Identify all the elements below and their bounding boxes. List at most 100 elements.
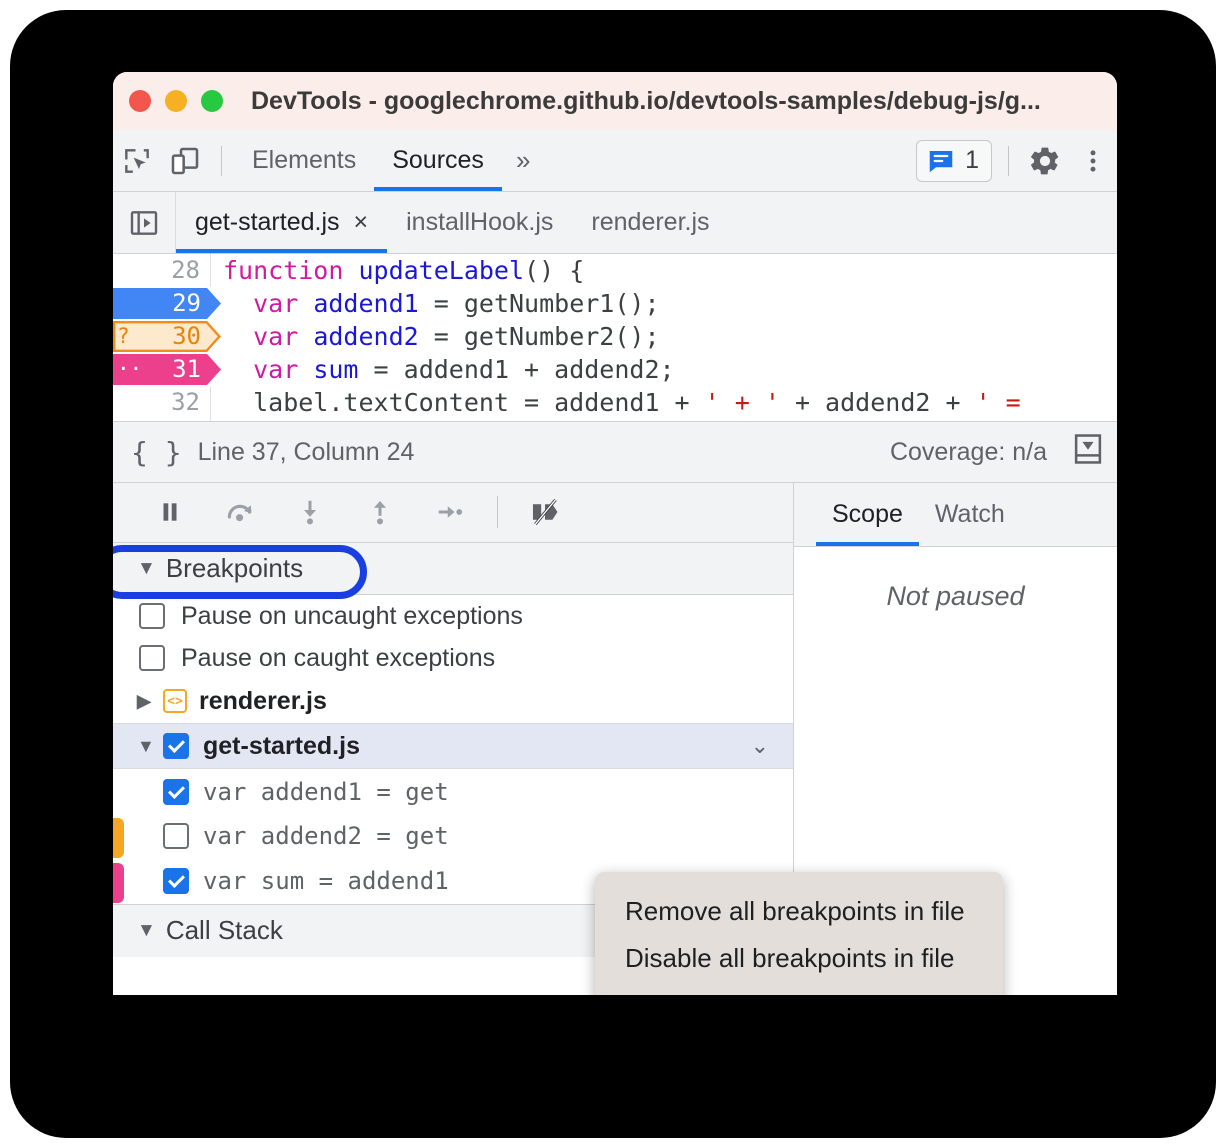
- breakpoint-item-checkbox[interactable]: [163, 823, 189, 850]
- token: = getNumber2();: [418, 322, 660, 351]
- token: () {: [524, 256, 585, 285]
- inspect-element-icon[interactable]: [113, 137, 161, 185]
- pause-caught-checkbox[interactable]: [139, 645, 165, 672]
- scope-empty-message: Not paused: [886, 581, 1025, 611]
- chevron-down-icon[interactable]: ▼: [137, 736, 163, 757]
- line-number: 30: [172, 322, 201, 350]
- message-icon: [929, 150, 953, 172]
- breakpoint-group-filename: get-started.js: [203, 731, 360, 760]
- maximize-window-button[interactable]: [201, 90, 223, 112]
- devtools-window: DevTools - googlechrome.github.io/devtoo…: [113, 72, 1117, 995]
- kebab-menu-icon[interactable]: [1069, 137, 1117, 185]
- token: ' + ': [704, 388, 780, 417]
- pause-resume-button[interactable]: [135, 487, 205, 537]
- token: addend1: [313, 289, 419, 318]
- code-line: 33 }: [113, 419, 1117, 421]
- breakpoint-item-checkbox[interactable]: [163, 868, 189, 895]
- pause-uncaught-checkbox[interactable]: [139, 603, 165, 630]
- line-gutter-logpoint[interactable]: ·· 31: [113, 353, 221, 386]
- line-number: 29: [172, 289, 201, 317]
- js-file-icon: <>: [163, 689, 187, 714]
- pretty-print-braces-icon[interactable]: { }: [131, 436, 182, 469]
- tab-watch[interactable]: Watch: [919, 483, 1021, 546]
- cursor-position-label: Line 37, Column 24: [197, 437, 415, 466]
- gear-icon[interactable]: [1021, 137, 1069, 185]
- token: + addend2 +: [779, 388, 976, 417]
- chevron-down-icon[interactable]: ▼: [137, 558, 156, 580]
- more-panels-icon[interactable]: »: [502, 145, 544, 176]
- conditional-breakpoint-glyph: ?: [117, 324, 130, 348]
- tab-sources[interactable]: Sources: [374, 130, 502, 191]
- line-gutter[interactable]: 28: [113, 254, 211, 287]
- menu-item-disable-all-in-file[interactable]: Disable all breakpoints in file: [595, 935, 1003, 982]
- code-line: ·· 31 var sum = addend1 + addend2;: [113, 353, 1117, 386]
- debug-toolbar: [113, 483, 793, 543]
- chevron-down-icon[interactable]: ▼: [137, 920, 156, 942]
- editor-status-bar: { } Line 37, Column 24 Coverage: n/a: [113, 421, 1117, 483]
- code-editor[interactable]: 28 function updateLabel() { 29 var adden…: [113, 254, 1117, 421]
- breakpoint-color-stripe: [113, 862, 124, 903]
- toolbar-divider-2: [1008, 145, 1009, 176]
- breakpoint-item[interactable]: var addend1 = get: [113, 769, 793, 814]
- step-over-button[interactable]: [205, 487, 275, 537]
- code-line-text: label.textContent = addend1 + ' + ' + ad…: [211, 386, 1021, 419]
- code-line-text: var addend1 = getNumber1();: [211, 287, 659, 320]
- file-tab-label: get-started.js: [195, 208, 340, 236]
- pause-on-uncaught-exceptions-row[interactable]: Pause on uncaught exceptions: [113, 595, 793, 637]
- menu-item-enable-all-in-file[interactable]: Enable all breakpoints in file: [595, 982, 1003, 995]
- token: label.textContent = addend1 +: [223, 388, 705, 417]
- code-line: ? 30 var addend2 = getNumber2();: [113, 320, 1117, 353]
- breakpoint-group-filename: renderer.js: [199, 686, 327, 715]
- tab-elements[interactable]: Elements: [234, 130, 374, 191]
- code-line-text: }: [211, 419, 238, 421]
- token: addend2: [313, 322, 419, 351]
- minimize-window-button[interactable]: [165, 90, 187, 112]
- breakpoints-section-title: Breakpoints: [165, 553, 304, 584]
- menu-item-remove-all-in-file[interactable]: Remove all breakpoints in file: [595, 888, 1003, 935]
- navigator-toggle-icon[interactable]: [113, 192, 176, 253]
- logpoint-glyph: ··: [117, 357, 143, 381]
- devtools-main-toolbar: Elements Sources » 1: [113, 130, 1117, 192]
- code-line-text: var sum = addend1 + addend2;: [211, 353, 674, 386]
- tab-scope[interactable]: Scope: [816, 483, 919, 546]
- breakpoints-section-header[interactable]: ▼ Breakpoints: [113, 542, 793, 599]
- window-title-bar: DevTools - googlechrome.github.io/devtoo…: [113, 72, 1117, 130]
- token: var: [253, 355, 314, 384]
- step-into-button[interactable]: [275, 487, 345, 537]
- close-icon[interactable]: ×: [354, 208, 369, 237]
- breakpoint-group-renderer[interactable]: ▶ <> renderer.js: [113, 679, 793, 725]
- token: ' =: [975, 388, 1021, 417]
- line-gutter[interactable]: 32: [113, 386, 211, 419]
- console-messages-badge[interactable]: 1: [916, 139, 992, 182]
- show-drawer-icon[interactable]: [1069, 430, 1107, 475]
- line-gutter-conditional-breakpoint[interactable]: ? 30: [113, 320, 221, 353]
- breakpoint-item-label: var sum = addend1: [203, 867, 449, 896]
- breakpoint-item[interactable]: var addend2 = get: [113, 814, 793, 859]
- breakpoint-group-checkbox[interactable]: [163, 733, 189, 760]
- step-button[interactable]: [415, 487, 485, 537]
- step-out-button[interactable]: [345, 487, 415, 537]
- line-gutter-breakpoint[interactable]: 29: [113, 287, 221, 320]
- close-window-button[interactable]: [129, 90, 151, 112]
- breakpoint-group-chevron-icon[interactable]: ⌄: [751, 733, 769, 759]
- device-toolbar-icon[interactable]: [161, 137, 209, 185]
- code-line-text: var addend2 = getNumber2();: [211, 320, 660, 353]
- breakpoint-item-label: var addend1 = get: [203, 777, 449, 806]
- file-tab-installhook[interactable]: installHook.js: [387, 192, 572, 253]
- chevron-right-icon[interactable]: ▶: [137, 691, 163, 712]
- file-tab-renderer[interactable]: renderer.js: [572, 192, 728, 253]
- window-title: DevTools - googlechrome.github.io/devtoo…: [251, 86, 1041, 115]
- breakpoint-group-get-started[interactable]: ▼ get-started.js ⌄: [113, 724, 793, 770]
- line-number: 32: [171, 388, 200, 416]
- pause-on-caught-exceptions-row[interactable]: Pause on caught exceptions: [113, 637, 793, 679]
- deactivate-breakpoints-icon[interactable]: [510, 487, 580, 537]
- code-line: 32 label.textContent = addend1 + ' + ' +…: [113, 386, 1117, 419]
- line-gutter[interactable]: 33: [113, 419, 211, 421]
- breakpoint-item-checkbox[interactable]: [163, 778, 189, 805]
- breakpoint-context-menu[interactable]: Remove all breakpoints in file Disable a…: [595, 872, 1003, 995]
- token: updateLabel: [358, 256, 525, 285]
- file-tab-get-started[interactable]: get-started.js ×: [176, 192, 388, 253]
- token: var: [253, 322, 314, 351]
